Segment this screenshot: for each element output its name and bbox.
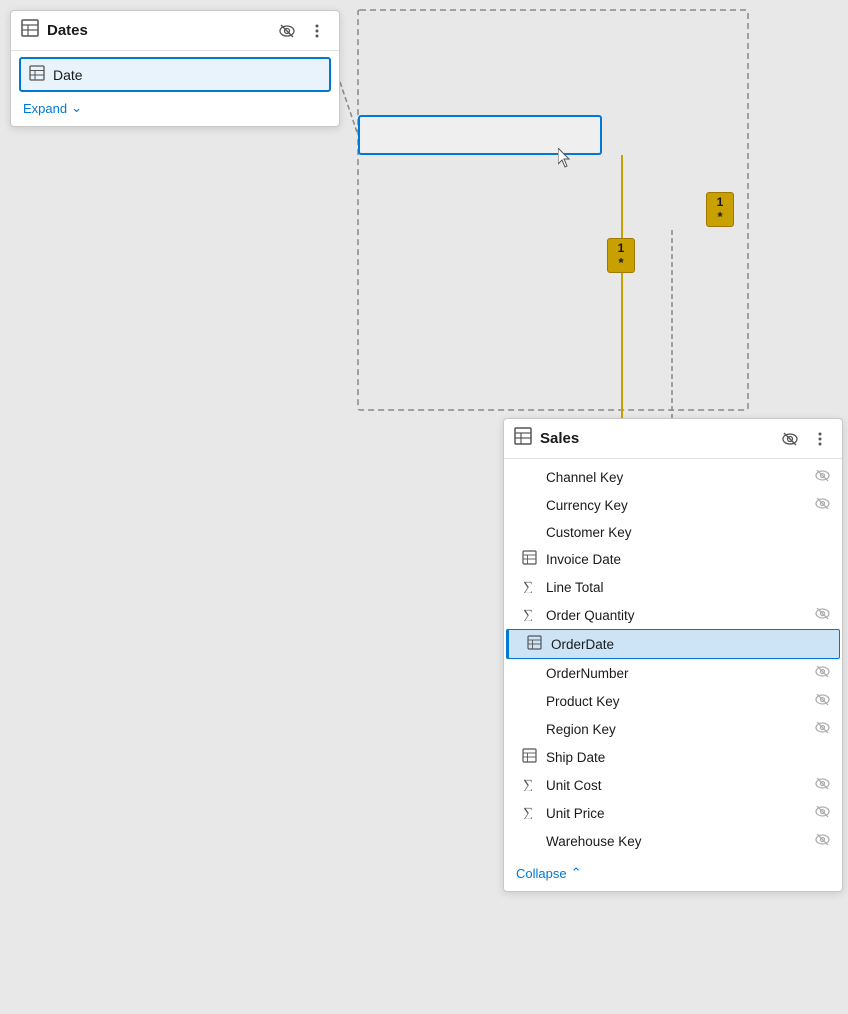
field-eye-icon [815, 804, 830, 822]
field-row-order-quantity[interactable]: ∑ Order Quantity [504, 601, 842, 629]
field-type-icon [520, 748, 538, 766]
rel-num-2: 1 [717, 195, 724, 209]
field-label: Unit Price [546, 806, 807, 821]
field-row-ordernumber[interactable]: OrderNumber [504, 659, 842, 687]
field-eye-icon [815, 468, 830, 486]
field-eye-icon [815, 606, 830, 624]
dates-more-button[interactable] [305, 21, 329, 41]
field-label: Channel Key [546, 470, 807, 485]
field-row-unit-cost[interactable]: ∑ Unit Cost [504, 771, 842, 799]
field-eye-icon [815, 496, 830, 514]
field-eye-icon [815, 776, 830, 794]
rel-sym-2: * [717, 209, 722, 224]
dates-table-icon [21, 19, 39, 42]
field-type-icon [525, 635, 543, 653]
rel-sym-1: * [618, 255, 623, 270]
field-type-icon [520, 693, 538, 709]
collapse-label: Collapse [516, 866, 567, 881]
field-label: Warehouse Key [546, 834, 807, 849]
date-row-label: Date [53, 67, 83, 83]
svg-text:∑: ∑ [523, 580, 533, 593]
field-row-region-key[interactable]: Region Key [504, 715, 842, 743]
selected-table-box [358, 115, 602, 155]
sales-card: Sales [503, 418, 843, 892]
field-row-customer-key[interactable]: Customer Key [504, 519, 842, 545]
field-label: Region Key [546, 722, 807, 737]
field-row-warehouse-key[interactable]: Warehouse Key [504, 827, 842, 855]
field-label: OrderNumber [546, 666, 807, 681]
field-row-currency-key[interactable]: Currency Key [504, 491, 842, 519]
field-label: Currency Key [546, 498, 807, 513]
field-eye-icon [815, 692, 830, 710]
expand-button[interactable]: Expand ⌄ [21, 98, 84, 118]
sales-header-actions [778, 429, 832, 449]
sales-eye-button[interactable] [778, 429, 802, 449]
field-type-icon [520, 550, 538, 568]
field-type-icon [520, 833, 538, 849]
dates-card: Dates [10, 10, 340, 127]
field-label: OrderDate [551, 637, 827, 652]
field-row-unit-price[interactable]: ∑ Unit Price [504, 799, 842, 827]
sales-card-header: Sales [504, 419, 842, 459]
field-type-icon [520, 497, 538, 513]
rel-marker-one-star-1: 1 * [607, 238, 635, 273]
field-label: Customer Key [546, 525, 830, 540]
rel-num-1: 1 [618, 241, 625, 255]
dates-header-actions [275, 21, 329, 41]
field-type-icon: ∑ [520, 776, 538, 794]
field-type-icon [520, 469, 538, 485]
field-eye-icon [815, 832, 830, 850]
field-label: Unit Cost [546, 778, 807, 793]
chevron-down-icon: ⌄ [71, 100, 82, 116]
field-type-icon [520, 665, 538, 681]
dates-card-header: Dates [11, 11, 339, 51]
collapse-button[interactable]: Collapse ⌃ [514, 863, 584, 883]
date-row-table-icon [29, 65, 45, 84]
field-type-icon [520, 721, 538, 737]
field-row-ship-date[interactable]: Ship Date [504, 743, 842, 771]
field-type-icon: ∑ [520, 578, 538, 596]
field-type-icon: ∑ [520, 804, 538, 822]
field-row-product-key[interactable]: Product Key [504, 687, 842, 715]
field-type-icon [520, 524, 538, 540]
sales-field-list: Channel Key Currency Key Customer Key [504, 459, 842, 859]
field-label: Order Quantity [546, 608, 807, 623]
sales-more-button[interactable] [808, 429, 832, 449]
svg-text:∑: ∑ [523, 608, 533, 621]
field-type-icon: ∑ [520, 606, 538, 624]
field-row-line-total[interactable]: ∑ Line Total [504, 573, 842, 601]
field-row-orderdate[interactable]: OrderDate [506, 629, 840, 659]
field-label: Invoice Date [546, 552, 830, 567]
dates-eye-button[interactable] [275, 21, 299, 41]
sales-table-icon [514, 427, 532, 450]
field-label: Product Key [546, 694, 807, 709]
field-eye-icon [815, 720, 830, 738]
rel-marker-one-star-2: 1 * [706, 192, 734, 227]
field-label: Ship Date [546, 750, 830, 765]
date-row[interactable]: Date [19, 57, 331, 92]
svg-text:∑: ∑ [523, 778, 533, 791]
chevron-up-icon: ⌃ [571, 865, 582, 881]
field-eye-icon [815, 664, 830, 682]
field-row-invoice-date[interactable]: Invoice Date [504, 545, 842, 573]
canvas: Dates [0, 0, 848, 1014]
field-row-channel-key[interactable]: Channel Key [504, 463, 842, 491]
sales-title: Sales [540, 430, 770, 447]
expand-label: Expand [23, 101, 67, 116]
svg-text:∑: ∑ [523, 806, 533, 819]
dates-title: Dates [47, 22, 267, 39]
field-label: Line Total [546, 580, 830, 595]
